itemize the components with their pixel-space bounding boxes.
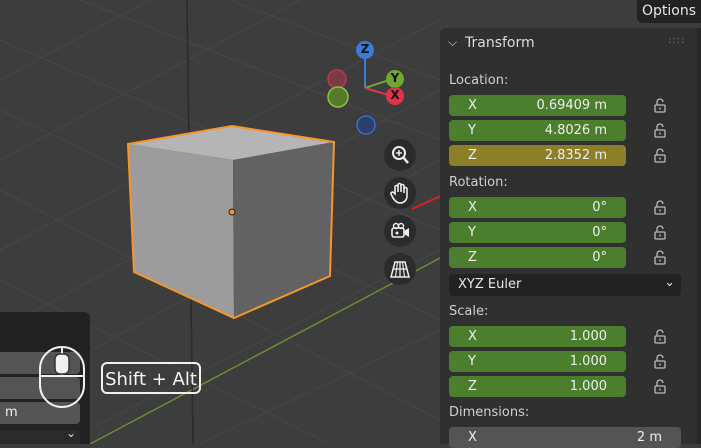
dimension-x-value: 2 m	[636, 430, 662, 445]
scale-z-axis: Z	[468, 379, 477, 394]
perspective-toggle-button[interactable]	[384, 253, 416, 285]
scale-x-field[interactable]: X 1.000	[449, 326, 626, 347]
transform-panel-title[interactable]: Transform	[465, 35, 535, 51]
unit-text: m	[5, 405, 18, 420]
rotation-mode-dropdown[interactable]: XYZ Euler ⌄	[449, 274, 681, 296]
lock-icon[interactable]	[652, 225, 668, 241]
lock-icon[interactable]	[652, 329, 668, 345]
sidebar-scrollbar[interactable]	[697, 28, 701, 444]
key-hint-badge: Shift + Alt	[101, 362, 201, 394]
rotation-y-field[interactable]: Y 0°	[449, 222, 626, 243]
camera-view-button[interactable]	[384, 215, 416, 247]
location-y-axis: Y	[468, 123, 476, 138]
rotation-y-axis: Y	[468, 225, 476, 240]
location-y-field[interactable]: Y 4.8026 m	[449, 120, 626, 141]
operator-dropdown[interactable]: ⌄	[0, 426, 80, 444]
scale-y-axis: Y	[468, 354, 476, 369]
dimension-x-field[interactable]: X 2 m	[449, 427, 681, 448]
neg-x-handle	[327, 69, 347, 89]
lock-icon[interactable]	[652, 98, 668, 114]
zoom-button[interactable]	[384, 139, 416, 171]
scale-z-value: 1.000	[569, 379, 607, 394]
scale-x-axis: X	[468, 329, 477, 344]
selected-cube[interactable]	[126, 124, 336, 320]
location-x-field[interactable]: X 0.69409 m	[449, 95, 626, 116]
gizmo-z-label: Z	[360, 42, 370, 56]
neg-z-handle	[356, 115, 376, 135]
rotation-z-axis: Z	[468, 250, 477, 265]
chevron-down-icon: ⌄	[664, 275, 675, 290]
lock-icon[interactable]	[652, 200, 668, 216]
mouse-icon	[39, 346, 85, 408]
rotation-mode-value: XYZ Euler	[458, 277, 522, 292]
rotation-x-field[interactable]: X 0°	[449, 197, 626, 218]
location-x-axis: X	[468, 98, 477, 113]
location-z-field[interactable]: Z 2.8352 m	[449, 145, 626, 166]
scale-label: Scale:	[449, 304, 489, 319]
drag-handle-icon[interactable]: ::::	[668, 35, 685, 46]
grid-icon	[390, 261, 410, 278]
lock-icon[interactable]	[652, 354, 668, 370]
sidebar-panel: ⌵ Transform :::: Location: X 0.69409 m Y…	[440, 28, 698, 448]
lock-icon[interactable]	[652, 148, 668, 164]
gizmo-x-label: X	[390, 88, 400, 102]
chevron-down-icon[interactable]: ⌵	[448, 35, 457, 50]
neg-y-handle	[327, 86, 349, 108]
location-z-value: 2.8352 m	[544, 148, 607, 163]
pan-button[interactable]	[384, 177, 416, 209]
rotation-x-axis: X	[468, 200, 477, 215]
lock-icon[interactable]	[652, 123, 668, 139]
rotation-y-value: 0°	[592, 225, 607, 240]
scale-x-value: 1.000	[569, 329, 607, 344]
camera-icon	[391, 222, 409, 238]
rotation-z-value: 0°	[592, 250, 607, 265]
location-z-axis: Z	[468, 148, 477, 163]
rotation-z-field[interactable]: Z 0°	[449, 247, 626, 268]
scale-y-value: 1.000	[569, 354, 607, 369]
location-x-value: 0.69409 m	[536, 98, 607, 113]
hand-icon	[390, 182, 408, 204]
rotation-x-value: 0°	[592, 200, 607, 215]
lock-icon[interactable]	[652, 379, 668, 395]
scale-y-field[interactable]: Y 1.000	[449, 351, 626, 372]
zoom-icon	[392, 146, 409, 164]
location-label: Location:	[449, 73, 509, 88]
lock-icon[interactable]	[652, 250, 668, 266]
scale-z-field[interactable]: Z 1.000	[449, 376, 626, 397]
chevron-down-icon: ⌄	[65, 426, 76, 440]
location-y-value: 4.8026 m	[544, 123, 607, 138]
rotation-label: Rotation:	[449, 175, 508, 190]
dimensions-label: Dimensions:	[449, 405, 530, 420]
gizmo-y-label: Y	[390, 71, 400, 85]
options-button[interactable]: Options	[637, 0, 701, 23]
dimension-x-axis: X	[468, 430, 477, 445]
